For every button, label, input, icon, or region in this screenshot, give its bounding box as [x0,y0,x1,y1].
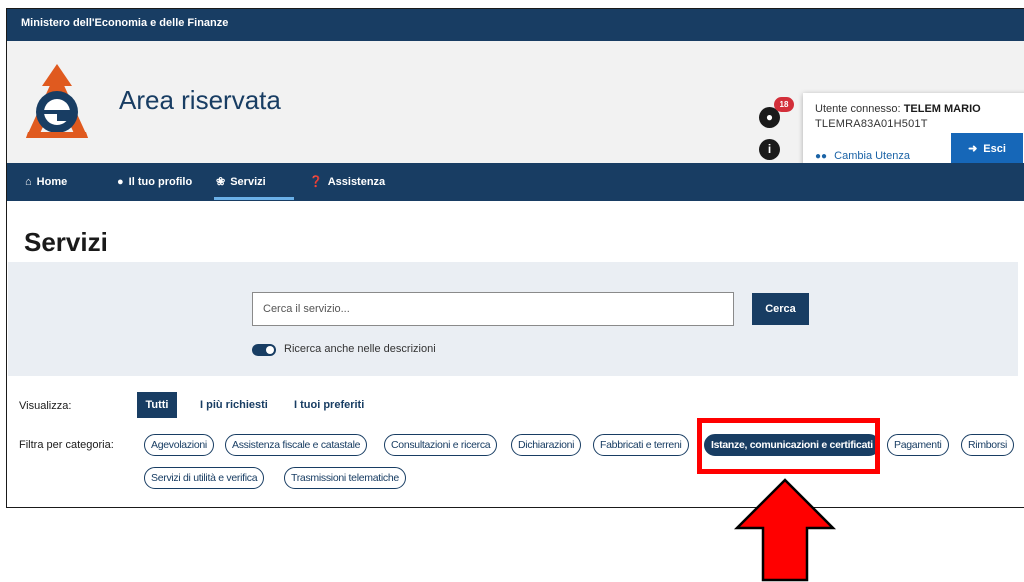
user-connected-line: Utente connesso: TELEM MARIO [815,103,981,115]
notification-badge: 18 [774,97,794,112]
users-icon: ●● [815,151,828,162]
ministry-bar: Ministero dell'Economia e delle Finanze [7,9,1024,41]
home-icon: ⌂ [25,176,32,188]
category-chip[interactable]: Fabbricati e terreni [593,434,689,456]
tab-most-requested[interactable]: I più richiesti [200,392,268,418]
switch-user-link[interactable]: ●● Cambia Utenza [815,150,910,162]
category-chip[interactable]: Trasmissioni telematiche [284,467,406,489]
user-connected-label: Utente connesso: [815,103,901,115]
switch-user-label: Cambia Utenza [834,150,910,162]
nav-item-help[interactable]: ❓ Assistenza [309,163,385,201]
nav-item-profile[interactable]: ● Il tuo profilo [117,163,192,201]
description-search-toggle[interactable] [252,344,276,356]
logout-icon: ➜ [968,143,978,155]
category-chip[interactable]: Consultazioni e ricerca [384,434,498,456]
main-nav: ⌂ Home ● Il tuo profilo ❀ Servizi ❓ Assisten… [7,163,1024,201]
description-search-label: Ricerca anche nelle descrizioni [284,343,436,355]
nav-item-label: Home [36,176,68,188]
user-fiscal-code: TLEMRA83A01H501T [815,118,928,130]
category-chip[interactable]: Servizi di utilità e verifica [144,467,265,489]
annotation-highlight [697,418,880,474]
category-chip[interactable]: Agevolazioni [144,434,214,456]
agenzia-entrate-logo[interactable] [24,64,90,140]
help-icon: ❓ [309,176,323,188]
nav-item-label: Servizi [230,176,266,188]
annotation-arrow-icon [733,478,837,582]
exit-label: Esci [983,143,1006,155]
nav-active-indicator [214,197,294,200]
tab-all[interactable]: Tutti [137,392,177,418]
services-icon: ❀ [216,176,226,188]
tab-favorites[interactable]: I tuoi preferiti [294,392,364,418]
nav-item-label: Assistenza [327,176,386,188]
category-chip[interactable]: Assistenza fiscale e catastale [225,434,368,456]
category-chip[interactable]: Rimborsi [961,434,1015,456]
category-chip[interactable]: Dichiarazioni [511,434,582,456]
search-input[interactable]: Cerca il servizio... [252,292,734,326]
nav-item-services[interactable]: ❀ Servizi [216,163,266,201]
site-header: Area riservata ● 18 i Utente connesso: T… [7,41,1024,175]
nav-item-home[interactable]: ⌂ Home [25,163,67,201]
site-title: Area riservata [119,85,281,115]
user-icon: ● [117,176,124,188]
view-label: Visualizza: [19,400,72,412]
info-icon[interactable]: i [759,139,780,160]
nav-item-label: Il tuo profilo [128,176,193,188]
category-chip[interactable]: Pagamenti [887,434,949,456]
search-button[interactable]: Cerca [752,293,809,325]
page-title: Servizi [24,227,108,257]
ministry-label[interactable]: Ministero dell'Economia e delle Finanze [21,17,228,29]
user-name: TELEM MARIO [903,103,981,115]
exit-button[interactable]: ➜ Esci [951,133,1023,165]
filter-label: Filtra per categoria: [19,439,114,451]
search-panel: Cerca il servizio... Cerca Ricerca anche… [8,262,1018,376]
